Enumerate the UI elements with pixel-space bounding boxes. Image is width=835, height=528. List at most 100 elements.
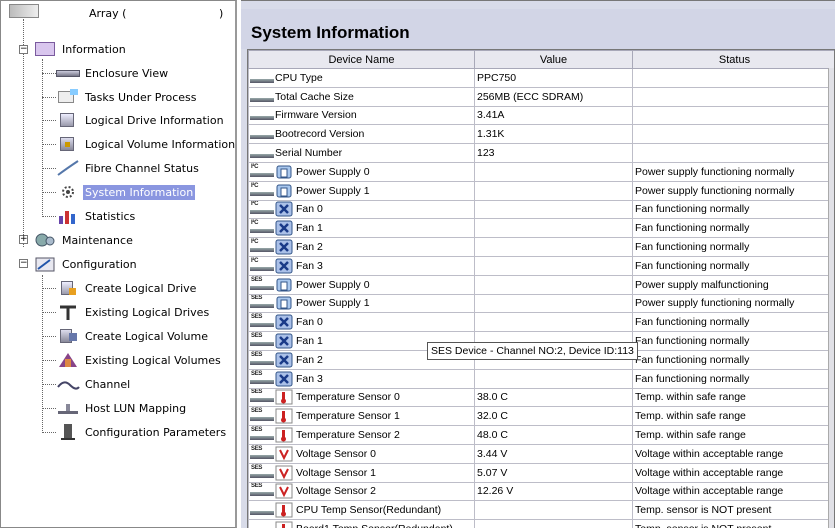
create-volume-icon (56, 327, 80, 345)
bus-tag: SES (251, 483, 263, 490)
device-name-cell[interactable]: SES Temperature Sensor 1 (248, 406, 475, 427)
table-row[interactable]: SES Voltage Sensor 1 5.07 V Voltage within … (248, 462, 834, 483)
table-row[interactable]: SES Temperature Sensor 2 48.0 C Temp. withi… (248, 425, 834, 445)
device-name-cell[interactable]: SES Fan 0 (248, 312, 475, 333)
tree-item-logical-volume-information[interactable]: Logical Volume Information (56, 133, 235, 155)
table-row[interactable]: I²C Power Supply 0 Power supply functionin… (248, 161, 834, 182)
system-information-panel: System Information Device Name Value Sta… (241, 0, 835, 528)
device-name-cell[interactable]: Board1 Temp Sensor(Redundant) (248, 519, 475, 528)
table-row[interactable]: Bootrecord Version 1.31K (248, 124, 834, 145)
device-name: Power Supply 0 (296, 278, 370, 291)
device-name-cell[interactable]: I²C Fan 2 (248, 237, 475, 257)
tree-item-information[interactable]: Information (33, 38, 126, 60)
device-name-cell[interactable]: I²C Fan 0 (248, 199, 475, 220)
logical-drive-icon (56, 111, 80, 129)
tree-item-statistics[interactable]: Statistics (56, 205, 135, 227)
device-value-cell: 3.41A (474, 105, 633, 126)
table-row[interactable]: SES Temperature Sensor 0 38.0 C Temp. withi… (248, 387, 834, 408)
tree-item-fibre-channel-status[interactable]: Fibre Channel Status (56, 157, 199, 179)
table-row[interactable]: I²C Fan 0 Fan functioning normally (248, 199, 834, 220)
tree-item-maintenance[interactable]: Maintenance (33, 229, 133, 251)
device-name-cell[interactable]: SES Voltage Sensor 1 (248, 462, 475, 483)
column-header-status[interactable]: Status (632, 50, 834, 69)
table-row[interactable]: SES Fan 3 Fan functioning normally (248, 368, 834, 389)
device-name-cell[interactable]: I²C Power Supply 0 (248, 161, 475, 182)
tree-item-configuration[interactable]: Configuration (33, 253, 137, 275)
table-row[interactable]: SES Power Supply 0 Power supply malfunctio… (248, 274, 834, 295)
table-row[interactable]: CPU Temp Sensor(Redundant) Temp. sensor i… (248, 500, 834, 521)
table-row[interactable]: Board1 Temp Sensor(Redundant) Temp. senso… (248, 519, 834, 528)
device-status-cell: Fan functioning normally (632, 349, 834, 370)
tree-item-existing-logical-drives[interactable]: Existing Logical Drives (56, 301, 209, 323)
tree-item-system-information[interactable]: System Information (56, 181, 196, 203)
table-row[interactable]: Firmware Version 3.41A (248, 105, 834, 126)
tree-item-label: Information (62, 42, 126, 56)
tree-item-configuration-parameters[interactable]: Configuration Parameters (56, 421, 226, 443)
vertical-scrollbar[interactable] (828, 68, 834, 528)
device-name-cell[interactable]: CPU Temp Sensor(Redundant) (248, 500, 475, 521)
column-header-device-name[interactable]: Device Name (248, 50, 475, 69)
device-name-cell[interactable]: I²C Fan 1 (248, 218, 475, 239)
device-status-cell: Temp. within safe range (632, 425, 834, 445)
expand-maintenance-icon[interactable]: + (19, 235, 28, 244)
device-name-cell[interactable]: SES Temperature Sensor 2 (248, 425, 475, 445)
table-row[interactable]: SES Voltage Sensor 0 3.44 V Voltage within … (248, 443, 834, 464)
table-row[interactable]: SES Power Supply 1 Power supply functionin… (248, 293, 834, 314)
tree-item-tasks-under-process[interactable]: Tasks Under Process (56, 86, 197, 108)
power-supply-icon (275, 277, 293, 293)
device-name: Firmware Version (275, 109, 357, 122)
device-name-cell[interactable]: CPU Type (248, 68, 475, 88)
table-row[interactable]: I²C Power Supply 1 Power supply functionin… (248, 180, 834, 201)
tree-item-create-logical-drive[interactable]: Create Logical Drive (56, 277, 196, 299)
tree-item-enclosure-view[interactable]: Enclosure View (56, 62, 168, 84)
device-name-cell[interactable]: Firmware Version (248, 105, 475, 126)
device-value-cell (474, 519, 633, 528)
temperature-sensor-icon (275, 389, 293, 405)
table-row[interactable]: CPU Type PPC750 (248, 68, 834, 88)
tree-item-host-lun-mapping[interactable]: Host LUN Mapping (56, 397, 186, 419)
device-name-cell[interactable]: I²C Fan 3 (248, 255, 475, 276)
tree-item-label: Tasks Under Process (85, 90, 197, 104)
device-name-cell[interactable]: SES Temperature Sensor 0 (248, 387, 475, 408)
device-name-cell[interactable]: Total Cache Size (248, 86, 475, 107)
tree-root-array[interactable]: Array ( ) (1, 1, 235, 23)
device-status-cell: Voltage within acceptable range (632, 443, 834, 464)
device-name-cell[interactable]: Bootrecord Version (248, 124, 475, 145)
device-bus-icon: SES (250, 389, 276, 405)
fan-icon (275, 333, 293, 349)
tree-item-channel[interactable]: Channel (56, 373, 130, 395)
device-name-cell[interactable]: SES Voltage Sensor 2 (248, 481, 475, 502)
device-name: Temperature Sensor 1 (296, 410, 400, 423)
table-row[interactable]: SES Temperature Sensor 1 32.0 C Temp. withi… (248, 406, 834, 427)
device-name-cell[interactable]: SES Power Supply 1 (248, 293, 475, 314)
device-name-cell[interactable]: Serial Number (248, 143, 475, 163)
column-header-value[interactable]: Value (474, 50, 633, 69)
device-bus-icon: I²C (250, 201, 276, 217)
enclosure-icon (56, 64, 80, 82)
device-name-cell[interactable]: SES Power Supply 0 (248, 274, 475, 295)
navigation-tree: Array ( ) − + − Information Enclosure Vi… (0, 0, 237, 528)
collapse-information-icon[interactable]: − (19, 45, 28, 54)
table-row[interactable]: SES Voltage Sensor 2 12.26 V Voltage within… (248, 481, 834, 502)
bus-tag: SES (251, 389, 263, 396)
tree-item-create-logical-volume[interactable]: Create Logical Volume (56, 325, 208, 347)
table-row[interactable]: I²C Fan 1 Fan functioning normally (248, 218, 834, 239)
table-row[interactable]: I²C Fan 2 Fan functioning normally (248, 237, 834, 257)
device-status-cell (632, 86, 834, 107)
fan-icon (275, 201, 293, 217)
collapse-configuration-icon[interactable]: − (19, 259, 28, 268)
table-row[interactable]: Serial Number 123 (248, 143, 834, 163)
system-info-table: Device Name Value Status CPU Type PPC750 T… (248, 50, 834, 528)
device-status-cell (632, 124, 834, 145)
device-name-cell[interactable]: SES Voltage Sensor 0 (248, 443, 475, 464)
tree-item-label: Logical Volume Information (85, 137, 236, 151)
array-label-suffix: ) (219, 7, 224, 20)
device-name-cell[interactable]: SES Fan 3 (248, 368, 475, 389)
tree-item-existing-logical-volumes[interactable]: Existing Logical Volumes (56, 349, 221, 371)
table-row[interactable]: I²C Fan 3 Fan functioning normally (248, 255, 834, 276)
table-row[interactable]: Total Cache Size 256MB (ECC SDRAM) (248, 86, 834, 107)
tree-item-logical-drive-information[interactable]: Logical Drive Information (56, 109, 224, 131)
table-row[interactable]: SES Fan 0 Fan functioning normally (248, 312, 834, 333)
device-name-cell[interactable]: I²C Power Supply 1 (248, 180, 475, 201)
device-value-cell (474, 237, 633, 257)
